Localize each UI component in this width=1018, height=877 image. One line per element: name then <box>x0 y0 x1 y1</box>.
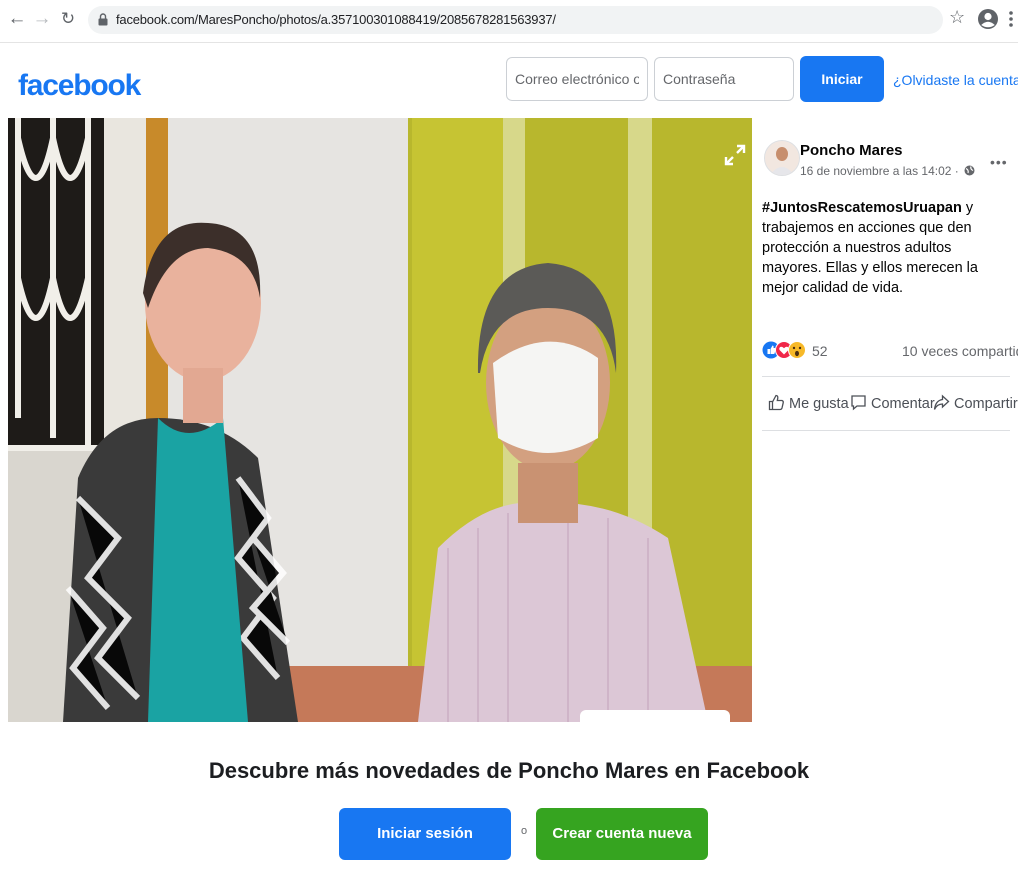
facebook-header: facebook Iniciar sesión ¿Olvidaste la cu… <box>0 43 1018 133</box>
reaction-icons <box>762 341 806 359</box>
kebab-menu-icon[interactable] <box>1008 8 1014 30</box>
photo-overlay-tab <box>580 710 730 722</box>
password-field[interactable] <box>654 57 794 101</box>
share-icon <box>933 394 950 410</box>
url-text: facebook.com/MaresPoncho/photos/a.357100… <box>116 12 556 27</box>
forgot-account-link[interactable]: ¿Olvidaste la cuenta? <box>893 72 1018 88</box>
comment-label: Comentar <box>871 396 935 412</box>
lock-icon <box>98 13 108 26</box>
divider <box>762 430 1010 431</box>
avatar[interactable] <box>764 140 800 176</box>
email-field[interactable] <box>506 57 648 101</box>
share-label: Compartir <box>954 396 1018 412</box>
forward-arrow-icon[interactable]: → <box>31 8 53 30</box>
more-options-icon[interactable]: ••• <box>990 154 1008 170</box>
facebook-logo[interactable]: facebook <box>18 69 141 103</box>
post-date-line: 16 de noviembre a las 14:02 · <box>800 164 975 178</box>
create-account-button[interactable]: Crear cuenta nueva <box>536 808 708 860</box>
thumbs-up-icon <box>768 394 784 411</box>
reaction-count: 52 <box>812 343 828 359</box>
reload-icon[interactable]: ↻ <box>57 8 79 30</box>
address-bar[interactable]: facebook.com/MaresPoncho/photos/a.357100… <box>88 6 943 34</box>
star-icon[interactable]: ☆ <box>949 7 965 28</box>
share-count[interactable]: 10 veces compartido <box>902 343 1018 359</box>
globe-icon <box>964 165 975 176</box>
share-button[interactable]: Compartir <box>933 394 1018 412</box>
author-name[interactable]: Poncho Mares <box>800 142 903 159</box>
profile-icon[interactable] <box>977 8 999 30</box>
back-arrow-icon[interactable]: ← <box>6 8 28 30</box>
login-button[interactable]: Iniciar sesión <box>800 56 884 133</box>
like-label: Me gusta <box>789 396 849 412</box>
post-text: #JuntosRescatemosUruapan y trabajemos en… <box>762 198 1014 298</box>
comment-button[interactable]: Comentar <box>850 394 935 412</box>
login-bottom-button[interactable]: Iniciar sesión <box>339 808 511 860</box>
discover-headline: Descubre más novedades de Poncho Mares e… <box>208 758 810 783</box>
photo-image <box>8 118 752 722</box>
or-separator: o <box>520 825 528 837</box>
expand-icon[interactable] <box>724 144 746 166</box>
hashtag-link[interactable]: #JuntosRescatemosUruapan <box>762 200 962 216</box>
divider <box>762 376 1010 377</box>
browser-toolbar: ← → ↻ facebook.com/MaresPoncho/photos/a.… <box>0 0 1018 43</box>
post-date[interactable]: 16 de noviembre a las 14:02 · <box>800 164 959 178</box>
post-panel: Poncho Mares 16 de noviembre a las 14:02… <box>752 118 1018 722</box>
comment-icon <box>851 395 866 411</box>
like-button[interactable]: Me gusta <box>768 394 849 412</box>
post-photo[interactable] <box>8 118 752 722</box>
